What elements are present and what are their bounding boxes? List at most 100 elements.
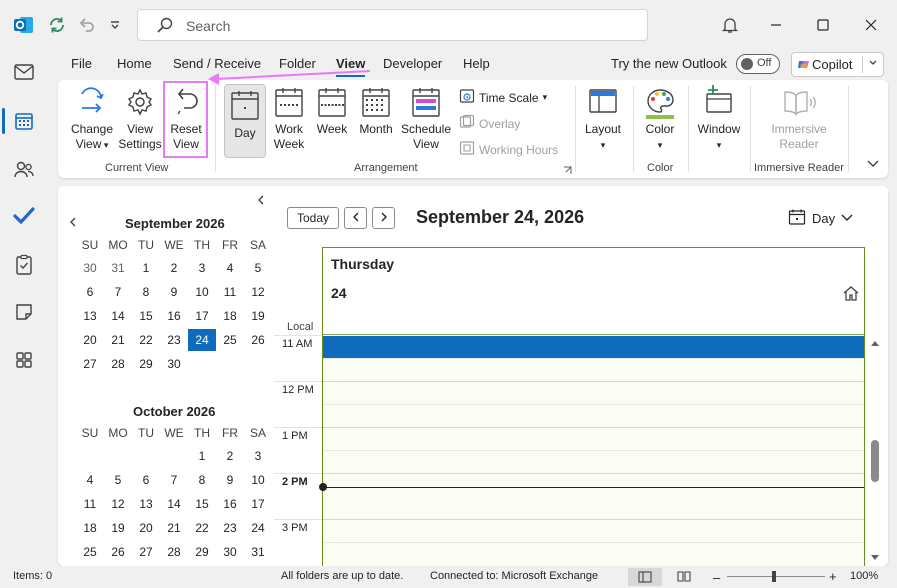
tab-folder[interactable]: Folder <box>279 56 316 71</box>
close-icon[interactable] <box>859 13 883 37</box>
mini-calendar-day[interactable]: 1 <box>132 257 160 279</box>
mini-calendar-day[interactable]: 4 <box>76 469 104 491</box>
week-button[interactable]: Week <box>312 84 352 137</box>
tab-home[interactable]: Home <box>117 56 152 71</box>
mini-calendar-day[interactable]: 23 <box>216 517 244 539</box>
mini-calendar-day[interactable]: 11 <box>216 281 244 303</box>
tab-developer[interactable]: Developer <box>383 56 442 71</box>
schedule-view-button[interactable]: Schedule View <box>400 84 452 152</box>
day-view-button[interactable]: Day <box>224 84 266 158</box>
mini-calendar-day[interactable]: 15 <box>132 305 160 327</box>
mini-calendar-day[interactable]: 18 <box>216 305 244 327</box>
selected-time-slot[interactable] <box>323 336 864 358</box>
mini-calendar-day[interactable]: 12 <box>244 281 272 303</box>
mini-calendar-day[interactable]: 23 <box>160 329 188 351</box>
mini-calendar-day[interactable]: 7 <box>160 469 188 491</box>
mini-calendar-day[interactable]: 5 <box>244 257 272 279</box>
overlay-button[interactable]: Overlay <box>459 114 520 133</box>
copilot-button[interactable]: Copilot <box>791 52 884 77</box>
mini-calendar-day[interactable]: 26 <box>104 541 132 563</box>
collapse-pane-chevron-icon[interactable] <box>256 194 266 209</box>
immersive-reader-button[interactable]: Immersive Reader <box>763 84 835 152</box>
tab-file[interactable]: File <box>71 56 92 71</box>
mini-calendar-day[interactable]: 19 <box>104 517 132 539</box>
zoom-out-icon[interactable]: – <box>713 570 720 585</box>
chevron-down-icon[interactable] <box>868 56 878 73</box>
mini-calendar-day[interactable]: 10 <box>244 469 272 491</box>
previous-day-button[interactable] <box>344 207 367 229</box>
mini-calendar-day[interactable]: 30 <box>160 353 188 375</box>
mail-icon[interactable] <box>8 56 40 88</box>
scroll-up-arrow-icon[interactable] <box>870 336 880 350</box>
mini-calendar-day[interactable]: 16 <box>216 493 244 515</box>
window-button[interactable]: Window ▾ <box>694 84 744 153</box>
scroll-down-arrow-icon[interactable] <box>870 551 880 565</box>
mini-calendar-day[interactable]: 17 <box>244 493 272 515</box>
mini-calendar-day[interactable]: 25 <box>216 329 244 351</box>
mini-calendar-day[interactable]: 6 <box>76 281 104 303</box>
mini-calendar-day[interactable]: 5 <box>104 469 132 491</box>
mini-calendar-day[interactable]: 18 <box>76 517 104 539</box>
mini-calendar-day[interactable]: 12 <box>104 493 132 515</box>
maximize-icon[interactable] <box>811 13 835 37</box>
mini-calendar-day[interactable]: 19 <box>244 305 272 327</box>
mini-calendar-day[interactable]: 29 <box>188 541 216 563</box>
tab-send-receive[interactable]: Send / Receive <box>173 56 261 71</box>
scrollbar-thumb[interactable] <box>871 440 879 482</box>
mini-calendar-day[interactable]: 9 <box>216 469 244 491</box>
mini-calendar-day[interactable]: 28 <box>160 541 188 563</box>
sync-icon[interactable] <box>45 13 69 37</box>
color-button[interactable]: Color ▾ <box>639 84 681 153</box>
tab-help[interactable]: Help <box>463 56 490 71</box>
mini-calendar-day[interactable]: 25 <box>76 541 104 563</box>
new-outlook-toggle[interactable]: Off <box>736 54 780 74</box>
mini-calendar-day[interactable]: 30 <box>216 541 244 563</box>
mini-calendar-day[interactable]: 22 <box>132 329 160 351</box>
mini-calendar-day[interactable]: 21 <box>104 329 132 351</box>
people-icon[interactable] <box>8 154 40 186</box>
mini-calendar-day[interactable]: 4 <box>216 257 244 279</box>
view-settings-button[interactable]: View Settings <box>118 84 162 152</box>
normal-view-button[interactable] <box>628 568 662 586</box>
mini-calendar-day[interactable]: 14 <box>160 493 188 515</box>
time-scale-button[interactable]: Time Scale ▾ <box>459 88 547 107</box>
mini-calendar-day[interactable]: 17 <box>188 305 216 327</box>
mini-calendar-day[interactable]: 24 <box>244 517 272 539</box>
zoom-in-icon[interactable]: + <box>829 569 837 584</box>
mini-calendar-day[interactable]: 3 <box>244 445 272 467</box>
today-button[interactable]: Today <box>287 207 339 229</box>
mini-calendar-day[interactable]: 20 <box>76 329 104 351</box>
notifications-bell-icon[interactable] <box>718 13 742 37</box>
previous-month-chevron-icon[interactable] <box>68 216 78 231</box>
minimize-icon[interactable] <box>764 13 788 37</box>
tasks-clipboard-icon[interactable] <box>8 249 40 281</box>
work-week-button[interactable]: Work Week <box>268 84 310 152</box>
mini-calendar-day[interactable]: 9 <box>160 281 188 303</box>
undo-icon[interactable] <box>75 13 99 37</box>
mini-calendar-day[interactable]: 29 <box>132 353 160 375</box>
layout-button[interactable]: Layout ▾ <box>581 84 625 153</box>
mini-calendar-day[interactable]: 2 <box>160 257 188 279</box>
zoom-slider-thumb[interactable] <box>772 571 776 582</box>
mini-calendar-day[interactable]: 13 <box>132 493 160 515</box>
mini-calendar-day[interactable]: 10 <box>188 281 216 303</box>
search-box[interactable] <box>137 9 648 41</box>
mini-calendar-day[interactable]: 31 <box>244 541 272 563</box>
mini-calendar-day[interactable]: 8 <box>132 281 160 303</box>
dialog-launcher-icon[interactable] <box>563 164 572 178</box>
mini-calendar-day[interactable]: 8 <box>188 469 216 491</box>
day-column[interactable]: Thursday 24 <box>319 247 865 566</box>
mini-calendar-day[interactable]: 13 <box>76 305 104 327</box>
mini-calendar-day[interactable]: 1 <box>188 445 216 467</box>
search-input[interactable] <box>186 16 626 36</box>
mini-calendar-day[interactable]: 16 <box>160 305 188 327</box>
working-hours-button[interactable]: Working Hours <box>459 140 558 159</box>
todo-check-icon[interactable] <box>8 200 40 232</box>
view-selector[interactable]: Day <box>788 208 853 229</box>
change-view-button[interactable]: Change View ▾ <box>68 84 116 153</box>
mini-calendar-day[interactable]: 11 <box>76 493 104 515</box>
customize-toolbar-icon[interactable] <box>103 13 127 37</box>
mini-calendar-day[interactable]: 6 <box>132 469 160 491</box>
calendar-nav-icon[interactable] <box>8 105 40 137</box>
mini-calendar-day[interactable]: 15 <box>188 493 216 515</box>
